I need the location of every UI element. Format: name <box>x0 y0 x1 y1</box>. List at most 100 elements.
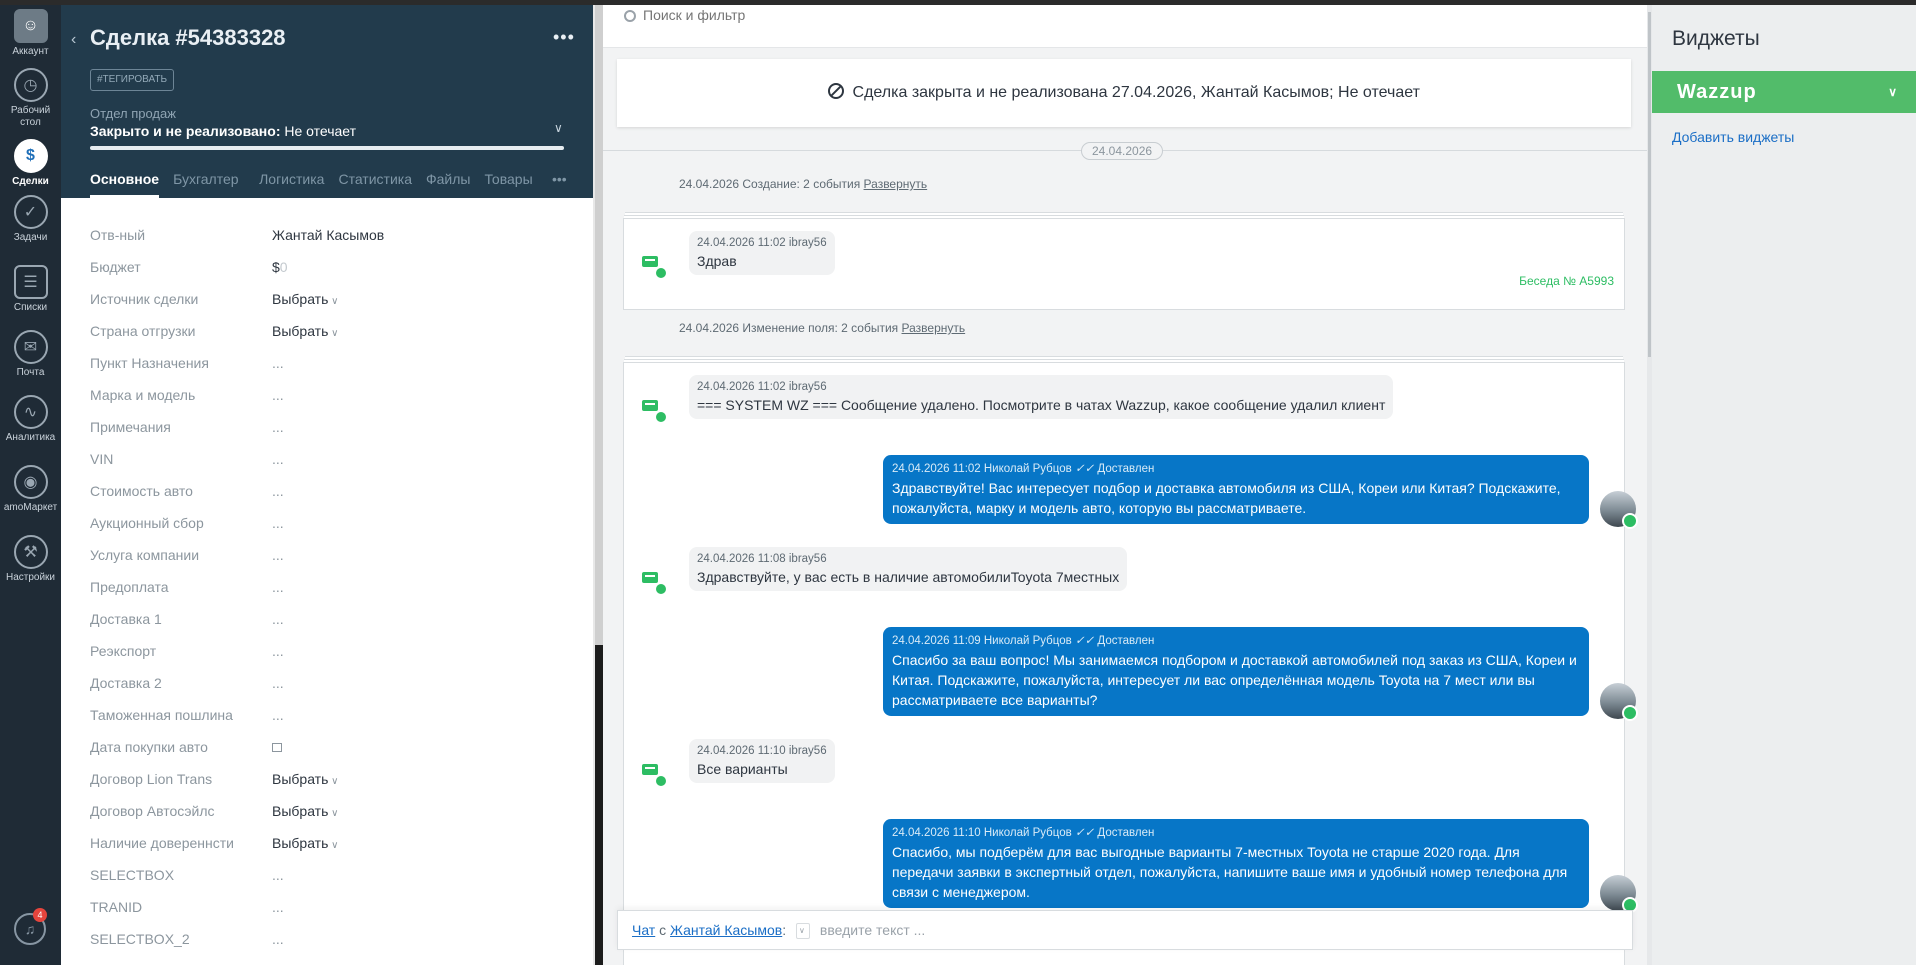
nav-market[interactable]: ◉ amoМаркет <box>0 465 61 513</box>
message-card: 24.04.2026 11:02 ibray56 Здрав Беседа № … <box>623 218 1625 310</box>
field-value[interactable]: ... <box>272 867 284 883</box>
wazzup-label: Wazzup <box>1677 81 1757 103</box>
event-summary-text: 24.04.2026 Изменение поля: 2 события <box>679 321 899 335</box>
field-label: Стоимость авто <box>90 483 193 499</box>
field-value[interactable]: ... <box>272 547 284 563</box>
message-author: 24.04.2026 11:10 Николай Рубцов <box>892 827 1072 839</box>
field-select[interactable]: Выбрать <box>272 803 339 819</box>
message-input[interactable]: введите текст ... <box>820 922 925 938</box>
feed-scrollbar-thumb[interactable] <box>1648 12 1651 357</box>
nav-dashboard[interactable]: ◷ Рабочий стол <box>0 68 61 129</box>
field-label: SELECTBOX_2 <box>90 931 190 947</box>
chevron-down-icon[interactable]: ∨ <box>554 121 563 135</box>
message-meta: 24.04.2026 11:08 ibray56 <box>697 553 827 565</box>
field-value[interactable]: ... <box>272 483 284 499</box>
message-composer: Чат с Жантай Касымов: введите текст ... <box>617 910 1633 950</box>
field-select[interactable]: Выбрать <box>272 771 339 787</box>
nav-deals[interactable]: $ Сделки <box>0 139 61 187</box>
wazzup-widget[interactable]: Wazzup ∨ <box>1652 71 1916 113</box>
event-summary: 24.04.2026 Создание: 2 события Развернут… <box>679 177 927 191</box>
field-row: Договор Автосэйлс Выбрать <box>90 795 570 827</box>
contact-link[interactable]: Жантай Касымов <box>670 922 782 938</box>
field-value[interactable]: ... <box>272 387 284 403</box>
tab-files[interactable]: Файлы <box>426 171 470 198</box>
field-value[interactable]: ... <box>272 707 284 723</box>
nav-label: Аналитика <box>5 432 56 443</box>
deal-scrollbar-thumb[interactable] <box>595 5 603 645</box>
more-menu-icon[interactable]: ••• <box>553 27 575 48</box>
field-row: Доставка 2... <box>90 667 570 699</box>
settings-icon: ⚒ <box>13 535 48 569</box>
date-pill: 24.04.2026 <box>1081 142 1164 160</box>
message-text: Здрав <box>697 253 737 269</box>
field-value[interactable]: ... <box>272 611 284 627</box>
tab-logistics[interactable]: Логистика <box>259 171 324 198</box>
field-value[interactable]: Жантай Касымов <box>272 227 384 243</box>
message-meta: 24.04.2026 11:10 ibray56 <box>697 745 827 757</box>
field-label: Наличие довереннсти <box>90 835 234 851</box>
prohibited-icon <box>828 83 845 99</box>
field-value[interactable]: ... <box>272 579 284 595</box>
field-select[interactable]: Выбрать <box>272 835 339 851</box>
calendar-icon[interactable] <box>272 742 282 752</box>
expand-link[interactable]: Развернуть <box>864 177 928 191</box>
message-meta: 24.04.2026 11:02 ibray56 <box>697 237 827 249</box>
nav-label: Сделки <box>12 176 49 187</box>
more-tabs-icon[interactable]: ••• <box>552 171 567 187</box>
add-widgets-link[interactable]: Добавить виджеты <box>1672 129 1794 145</box>
search-input[interactable] <box>643 7 1243 23</box>
nav-mail[interactable]: ✉ Почта <box>0 330 61 378</box>
tab-products[interactable]: Товары <box>484 171 532 198</box>
back-arrow-icon[interactable]: ‹ <box>71 31 76 49</box>
nav-label: Почта <box>16 367 45 378</box>
field-value[interactable]: ... <box>272 899 284 915</box>
message-meta: 24.04.2026 11:10 Николай Рубцов ✓✓ Доста… <box>892 825 1580 839</box>
nav-settings[interactable]: ⚒ Настройки <box>0 535 61 583</box>
chevron-down-icon[interactable] <box>796 912 811 950</box>
field-value[interactable]: ... <box>272 419 284 435</box>
tab-accounting[interactable]: Бухгалтер <box>173 171 245 198</box>
deal-title[interactable]: Сделка #54383328 <box>90 25 286 51</box>
field-value[interactable]: ... <box>272 643 284 659</box>
field-value[interactable]: ... <box>272 931 284 947</box>
field-value[interactable]: ... <box>272 675 284 691</box>
nav-lists[interactable]: ☰ Списки <box>0 265 61 313</box>
nav-analytics[interactable]: ∿ Аналитика <box>0 395 61 443</box>
field-row: Договор Lion Trans Выбрать <box>90 763 570 795</box>
nav-account[interactable]: ☺ Аккаунт <box>0 9 61 57</box>
field-select[interactable]: Выбрать <box>272 323 339 339</box>
outgoing-message: 24.04.2026 11:10 Николай Рубцов ✓✓ Доста… <box>883 819 1589 908</box>
chat-type-link[interactable]: Чат <box>632 922 655 938</box>
event-summary-text: 24.04.2026 Создание: 2 события <box>679 177 861 191</box>
field-row: Страна отгрузки Выбрать <box>90 315 570 347</box>
chevron-down-icon[interactable]: ∨ <box>1888 71 1898 113</box>
nav-label: Задачи <box>13 232 48 243</box>
stage-select[interactable]: Закрыто и не реализовано: Не отечает <box>90 123 356 139</box>
field-label: Договор Автосэйлс <box>90 803 215 819</box>
field-value[interactable]: ... <box>272 451 284 467</box>
account-icon: ☺ <box>13 9 48 43</box>
field-row: Таможенная пошлина... <box>90 699 570 731</box>
field-label: TRANID <box>90 899 143 915</box>
expand-link[interactable]: Развернуть <box>902 321 966 335</box>
field-label: Реэкспорт <box>90 643 157 659</box>
budget-field[interactable]: $0 <box>272 259 288 275</box>
field-value[interactable]: ... <box>272 515 284 531</box>
tag-button[interactable]: #ТЕГИРОВАТЬ <box>90 69 175 91</box>
nav-label: amoМаркет <box>3 502 58 513</box>
field-label: SELECTBOX <box>90 867 175 883</box>
conversation-link[interactable]: Беседа № A5993 <box>1519 274 1614 288</box>
double-check-icon: ✓✓ <box>1074 635 1095 647</box>
nav-tasks[interactable]: ✓ Задачи <box>0 195 61 243</box>
closed-banner-text: Сделка закрыта и не реализована 27.04.20… <box>852 84 1420 101</box>
field-label: VIN <box>90 451 114 467</box>
tab-statistics[interactable]: Статистика <box>338 171 412 198</box>
field-value[interactable]: ... <box>272 355 284 371</box>
compose-with: с <box>659 922 667 938</box>
delivery-status: Доставлен <box>1097 463 1155 475</box>
event-summary: 24.04.2026 Изменение поля: 2 события Раз… <box>679 321 965 335</box>
tab-main[interactable]: Основное <box>90 171 160 198</box>
whatsapp-chat-icon <box>642 396 668 424</box>
message-meta: 24.04.2026 11:09 Николай Рубцов ✓✓ Доста… <box>892 633 1580 647</box>
field-select[interactable]: Выбрать <box>272 291 339 307</box>
